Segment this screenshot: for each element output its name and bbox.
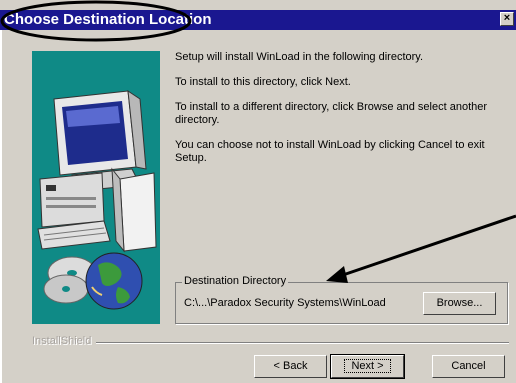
- instruction-paragraph: You can choose not to install WinLoad by…: [175, 139, 485, 164]
- window-title: Choose Destination Location: [4, 11, 212, 28]
- computer-with-disks-icon: [32, 51, 160, 324]
- close-button[interactable]: ×: [500, 12, 514, 26]
- instruction-paragraph: Setup will install WinLoad in the follow…: [175, 51, 424, 63]
- destination-path: C:\...\Paradox Security Systems\WinLoad: [184, 297, 386, 309]
- instruction-paragraph: To install to a different directory, cli…: [175, 101, 488, 126]
- back-button[interactable]: < Back: [254, 355, 327, 378]
- close-icon: ×: [503, 12, 511, 24]
- computer-illustration: [32, 51, 160, 324]
- destination-directory-label: Destination Directory: [182, 275, 289, 287]
- next-button-label: Next >: [344, 359, 391, 373]
- installshield-brand: InstallShield: [32, 335, 92, 347]
- back-button-label: < Back: [273, 360, 308, 372]
- instructions: Setup will install WinLoad in the follow…: [175, 51, 510, 177]
- instruction-paragraph: To install to this directory, click Next…: [175, 76, 351, 88]
- browse-button-label: Browse...: [436, 297, 483, 309]
- destination-directory-group: Destination Directory C:\...\Paradox Sec…: [175, 275, 508, 324]
- footer-divider: [96, 342, 509, 344]
- cancel-button-label: Cancel: [451, 360, 486, 372]
- title-bar[interactable]: Choose Destination Location ×: [0, 10, 516, 30]
- window-left-edge: [0, 30, 2, 383]
- browse-button[interactable]: Browse...: [423, 292, 496, 315]
- cancel-button[interactable]: Cancel: [432, 355, 505, 378]
- setup-dialog: Choose Destination Location × Setup will…: [0, 0, 516, 383]
- next-button[interactable]: Next >: [330, 354, 405, 379]
